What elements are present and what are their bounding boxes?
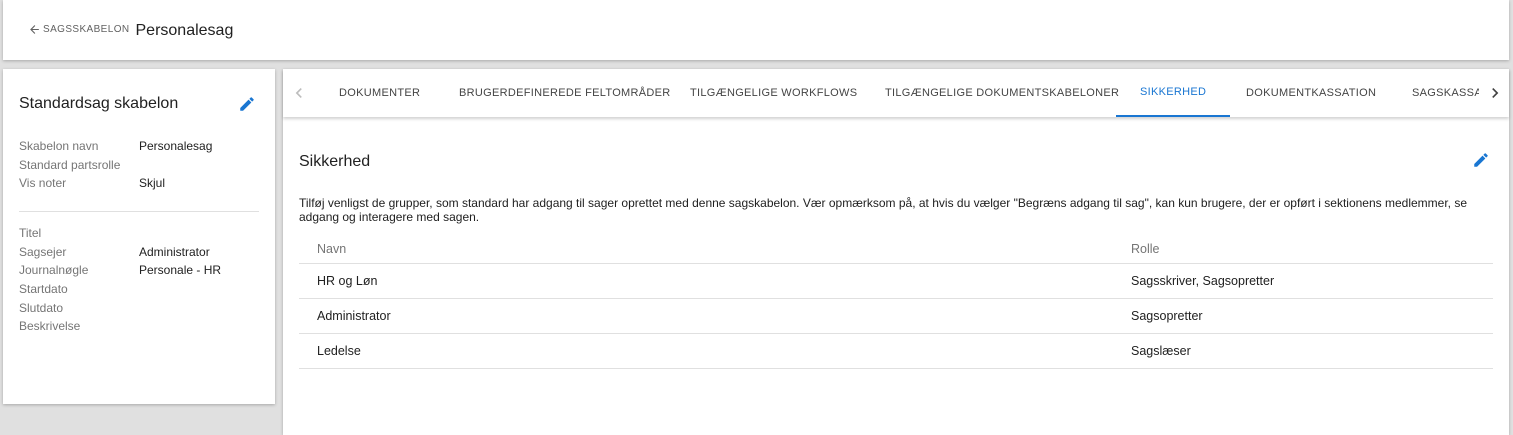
section-description: Tilføj venligst de grupper, som standard…	[299, 196, 1468, 224]
detail-row: Sagsejer Administrator	[19, 243, 221, 262]
detail-row: Titel	[19, 224, 221, 243]
main-card: DOKUMENTER BRUGERDEFINEREDE FELTOMRÅDER …	[283, 69, 1509, 435]
detail-label: Slutdato	[19, 300, 64, 315]
tab-bar: DOKUMENTER BRUGERDEFINEREDE FELTOMRÅDER …	[283, 69, 1509, 117]
template-details-title: Standardsag skabelon	[19, 95, 179, 112]
group-role: Sagslæser	[1131, 344, 1191, 358]
detail-value: Administrator	[139, 244, 210, 259]
details-group-2: Titel Sagsejer Administrator Journalnøgl…	[19, 224, 221, 336]
group-role: Sagsskriver, Sagsopretter	[1131, 274, 1275, 288]
group-role: Sagsopretter	[1131, 309, 1203, 323]
details-divider	[19, 211, 259, 212]
chevron-right-icon[interactable]	[1485, 83, 1505, 103]
tab-dokumentkassation[interactable]: DOKUMENTKASSATION	[1222, 69, 1400, 117]
column-header-name: Navn	[317, 241, 347, 256]
table-header: Navn Rolle	[299, 234, 1493, 264]
group-name: HR og Løn	[317, 274, 378, 288]
table-row[interactable]: HR og Løn Sagsskriver, Sagsopretter	[299, 264, 1493, 299]
detail-row: Standard partsrolle	[19, 156, 212, 175]
top-bar: SAGSSKABELON Personalesag	[3, 0, 1509, 60]
detail-label: Sagsejer	[19, 244, 67, 259]
detail-row: Vis noter Skjul	[19, 174, 212, 193]
edit-security-icon[interactable]	[1472, 151, 1490, 169]
tab-sikkerhed[interactable]: SIKKERHED	[1116, 69, 1231, 117]
group-name: Ledelse	[317, 344, 361, 358]
detail-row: Journalnøgle Personale - HR	[19, 261, 221, 280]
security-table: Navn Rolle HR og Løn Sagsskriver, Sagsop…	[299, 234, 1493, 369]
back-link[interactable]: SAGSSKABELON	[28, 23, 130, 36]
details-group-1: Skabelon navn Personalesag Standard part…	[19, 137, 212, 193]
detail-label: Startdato	[19, 282, 68, 297]
page-title: Personalesag	[135, 21, 234, 39]
edit-template-icon[interactable]	[238, 95, 256, 113]
detail-row: Startdato	[19, 280, 221, 299]
tab-tilgaengelige-workflows[interactable]: TILGÆNGELIGE WORKFLOWS	[666, 69, 881, 117]
section-title: Sikkerhed	[299, 153, 371, 170]
detail-row: Beskrivelse	[19, 317, 221, 336]
back-link-label: SAGSSKABELON	[43, 23, 130, 35]
chevron-left-icon[interactable]	[289, 83, 309, 103]
template-details-card: Standardsag skabelon Skabelon navn Perso…	[3, 69, 275, 404]
detail-label: Titel	[19, 226, 42, 240]
tab-dokumenter[interactable]: DOKUMENTER	[315, 69, 444, 117]
detail-label: Skabelon navn	[19, 139, 99, 153]
detail-row: Slutdato	[19, 299, 221, 318]
detail-label: Vis noter	[19, 176, 67, 191]
detail-value: Personale - HR	[139, 263, 222, 278]
detail-label: Standard partsrolle	[19, 157, 121, 172]
group-name: Administrator	[317, 309, 391, 323]
table-row[interactable]: Ledelse Sagslæser	[299, 334, 1493, 369]
detail-label: Beskrivelse	[19, 319, 81, 334]
detail-value: Skjul	[139, 176, 166, 191]
detail-label: Journalnøgle	[19, 263, 89, 278]
arrow-left-icon	[30, 24, 39, 34]
table-row[interactable]: Administrator Sagsopretter	[299, 299, 1493, 334]
tabs-scroller: DOKUMENTER BRUGERDEFINEREDE FELTOMRÅDER …	[315, 69, 1479, 117]
detail-row: Skabelon navn Personalesag	[19, 137, 212, 156]
tab-sagskassation[interactable]: SAGSKASSATION	[1388, 69, 1479, 117]
tab-brugerdefinerede-feltomraader[interactable]: BRUGERDEFINEREDE FELTOMRÅDER	[435, 69, 695, 117]
detail-value: Personalesag	[139, 139, 213, 153]
tab-tilgaengelige-dokumentskabeloner[interactable]: TILGÆNGELIGE DOKUMENTSKABELONER	[861, 69, 1143, 117]
column-header-role: Rolle	[1131, 241, 1160, 256]
